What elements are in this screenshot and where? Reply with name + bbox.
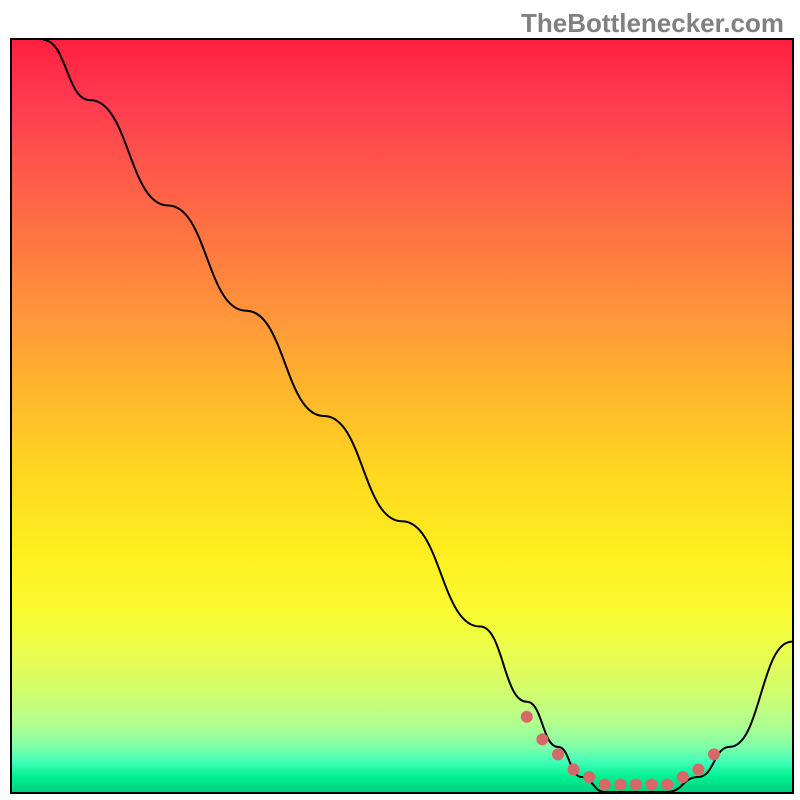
marker-dot [646, 778, 658, 790]
chart-svg [12, 40, 792, 792]
marker-dot [536, 733, 548, 745]
marker-dot [614, 778, 626, 790]
marker-dot [599, 778, 611, 790]
marker-dot [677, 771, 689, 783]
marker-dot [568, 763, 580, 775]
marker-dot [661, 778, 673, 790]
marker-dot [583, 771, 595, 783]
chart-container [10, 38, 794, 794]
watermark-text: TheBottlenecker.com [521, 8, 784, 39]
bottleneck-curve-line [43, 40, 792, 792]
marker-dot [552, 748, 564, 760]
marker-dot [708, 748, 720, 760]
marker-dot [630, 778, 642, 790]
marker-dot [692, 763, 704, 775]
marker-dot [521, 711, 533, 723]
